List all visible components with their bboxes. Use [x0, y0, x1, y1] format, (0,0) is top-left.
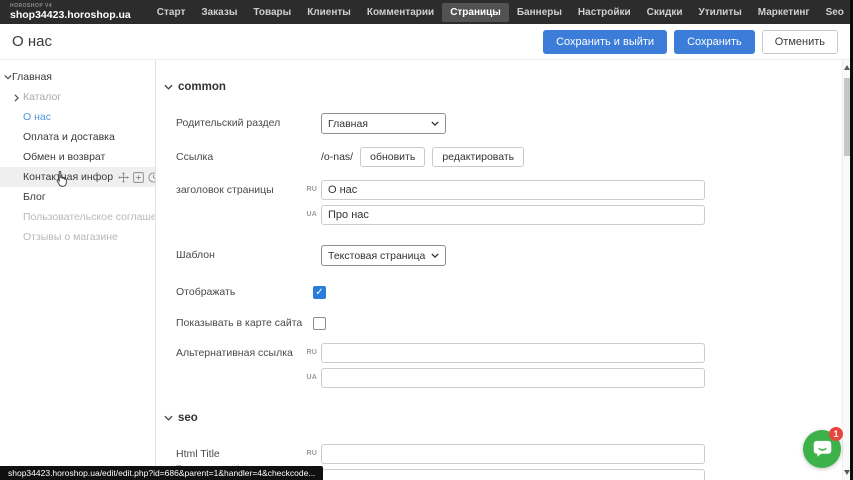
sitemap-checkbox[interactable]: ✓ [313, 317, 326, 330]
page-title-ru-input[interactable] [321, 180, 705, 200]
nav-orders[interactable]: Заказы [193, 3, 245, 22]
tree-item-label: Главная [12, 71, 52, 83]
nav-pages[interactable]: Страницы [442, 3, 509, 22]
sidebar-item-oplata-i-dostavka[interactable]: Оплата и доставка [0, 127, 155, 147]
chevron-down-icon[interactable] [4, 74, 12, 80]
section-seo-header[interactable]: seo [164, 411, 842, 425]
html-title-ru-input[interactable] [321, 444, 705, 464]
page-title: О нас [12, 33, 52, 50]
sitemap-label: Показывать в карте сайта [176, 316, 304, 330]
display-label: Отображать [176, 285, 304, 299]
logo[interactable]: HOROSHOP V4 shop34423.horoshop.ua [10, 4, 131, 21]
tree-item-label: Каталог [23, 91, 61, 103]
move-icon[interactable] [118, 172, 129, 183]
sidebar-item-katalog[interactable]: Каталог [0, 87, 155, 107]
save-and-exit-button[interactable]: Сохранить и выйти [543, 30, 667, 54]
page-title-label: заголовок страницы [176, 180, 304, 197]
template-label: Шаблон [176, 245, 304, 262]
nav-banners[interactable]: Баннеры [509, 3, 570, 22]
chevron-down-icon [431, 253, 439, 258]
logo-version: HOROSHOP V4 [10, 4, 131, 9]
nav-utilities[interactable]: Утилиты [691, 3, 750, 22]
edit-link-button[interactable]: редактировать [432, 147, 524, 167]
page-header: О нас Сохранить и выйти Сохранить Отмени… [0, 24, 853, 60]
chevron-right-icon[interactable] [14, 94, 19, 102]
link-url-statusbar: shop34423.horoshop.ua/edit/edit.php?id=6… [0, 466, 323, 480]
sidebar-item-polzovatelskoe-soglashenie[interactable]: Пользовательское соглашение [0, 207, 155, 227]
section-title: common [178, 81, 226, 93]
chevron-down-icon [431, 121, 439, 126]
parent-section-select[interactable]: Главная [321, 113, 446, 134]
template-select[interactable]: Текстовая страница [321, 245, 446, 266]
tree-item-label: Контактная инфор [23, 171, 113, 183]
html-title-ua-input[interactable] [321, 469, 705, 480]
link-label: Ссылка [176, 147, 304, 164]
nav-seo[interactable]: Seo [818, 3, 852, 22]
sidebar-item-blog[interactable]: Блог [0, 187, 155, 207]
nav-marketing[interactable]: Маркетинг [750, 3, 818, 22]
alt-link-ru-input[interactable] [321, 343, 705, 363]
lang-badge-ru: RU [304, 343, 317, 363]
nav-discounts[interactable]: Скидки [639, 3, 691, 22]
cancel-button[interactable]: Отменить [762, 30, 838, 54]
page-title-ua-input[interactable] [321, 205, 705, 225]
sidebar-item-kontaktnaya-informatsiya[interactable]: Контактная инфор [0, 167, 155, 187]
tree-item-label: Обмен и возврат [23, 151, 105, 163]
display-checkbox[interactable]: ✓ [313, 286, 326, 299]
nav-products[interactable]: Товары [245, 3, 299, 22]
tree-item-label: Оплата и доставка [23, 131, 115, 143]
sidebar-item-otzyvy-o-magazine[interactable]: Отзывы о магазине [0, 227, 155, 247]
lang-badge-ru: RU [304, 444, 317, 464]
section-title: seo [178, 412, 198, 424]
main-nav: Старт Заказы Товары Клиенты Комментарии … [149, 3, 853, 22]
lang-badge-ru: RU [304, 180, 317, 200]
sidebar-item-obmen-i-vozvrat[interactable]: Обмен и возврат [0, 147, 155, 167]
section-common-header[interactable]: common [164, 80, 842, 94]
tree-item-label: Блог [23, 191, 46, 203]
chat-widget-button[interactable]: 1 [803, 430, 841, 468]
lang-badge-ua: UA [304, 368, 317, 388]
parent-section-label: Родительский раздел [176, 113, 304, 130]
sidebar-item-o-nas[interactable]: О нас [0, 107, 155, 127]
alt-link-label: Альтернативная ссылка [176, 343, 304, 360]
chat-bubble-icon [812, 439, 833, 459]
add-icon[interactable] [133, 172, 144, 183]
lang-badge-ua: UA [304, 205, 317, 225]
nav-clients[interactable]: Клиенты [299, 3, 359, 22]
chevron-down-icon [164, 415, 173, 421]
nav-start[interactable]: Старт [149, 3, 194, 22]
tree-item-label: Отзывы о магазине [23, 231, 118, 243]
save-button[interactable]: Сохранить [674, 30, 755, 54]
link-value: /o-nas/ [321, 147, 353, 163]
page-edit-form: common Родительский раздел Главная Ссылк… [155, 60, 842, 480]
chat-unread-badge: 1 [829, 427, 843, 441]
sidebar-item-glavnaya[interactable]: Главная [0, 67, 155, 87]
nav-settings[interactable]: Настройки [570, 3, 639, 22]
selected-value: Главная [328, 118, 368, 130]
alt-link-ua-input[interactable] [321, 368, 705, 388]
refresh-link-button[interactable]: обновить [360, 147, 425, 167]
vertical-scrollbar[interactable] [842, 60, 850, 480]
tree-item-label: О нас [23, 111, 51, 123]
nav-comments[interactable]: Комментарии [359, 3, 442, 22]
topbar: HOROSHOP V4 shop34423.horoshop.ua Старт … [0, 0, 853, 24]
logo-domain: shop34423.horoshop.ua [10, 10, 131, 21]
pages-tree-sidebar: Главная Каталог О нас Оплата и доставка … [0, 60, 155, 480]
selected-value: Текстовая страница [328, 250, 425, 262]
chevron-down-icon [164, 84, 173, 90]
tree-item-label: Пользовательское соглашение [23, 211, 174, 223]
